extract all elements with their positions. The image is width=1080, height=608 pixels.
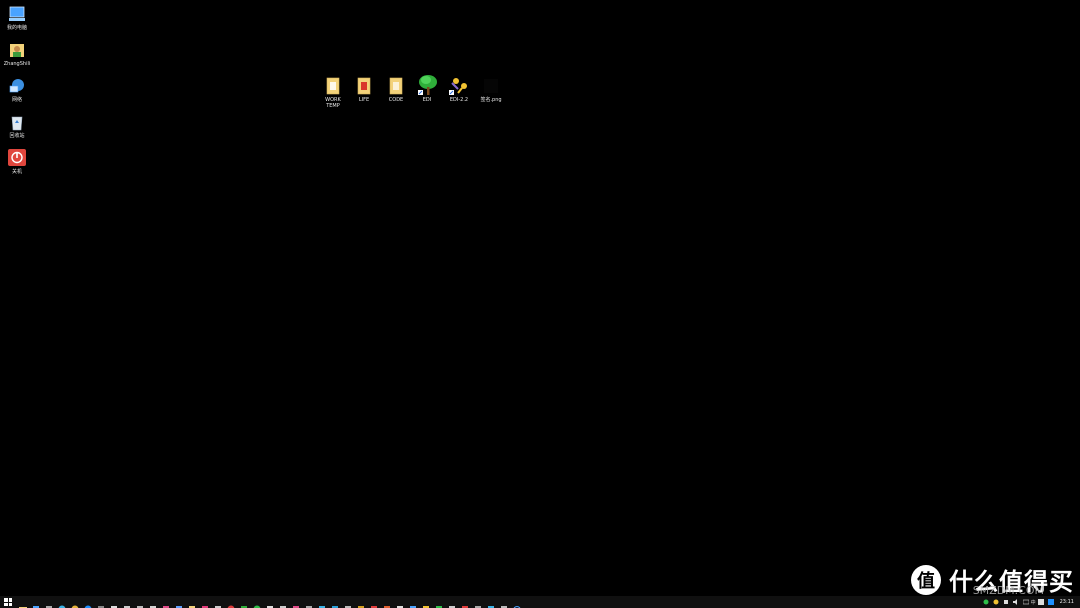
app-icon[interactable] xyxy=(214,598,222,608)
clock[interactable]: 23:11 xyxy=(1060,599,1074,605)
app-icon[interactable] xyxy=(227,598,235,608)
desktop-icon-recycle-bin[interactable]: 回收站 xyxy=(0,112,34,139)
desktop-icon-code[interactable]: CODE xyxy=(379,76,413,103)
app-icon[interactable] xyxy=(331,598,339,608)
app-icon[interactable] xyxy=(370,598,378,608)
desktop-icon-label: 我的电脑 xyxy=(6,25,27,31)
folder-icon xyxy=(324,76,342,96)
wifi-icon[interactable] xyxy=(513,598,521,608)
keys-icon xyxy=(448,76,470,96)
watermark: 值 什么值得买 SMZDM.COM xyxy=(911,562,1074,597)
app-icon[interactable] xyxy=(461,598,469,608)
desktop-icon-label: EDI xyxy=(422,97,432,103)
app-icon[interactable] xyxy=(266,598,274,608)
folder-icon xyxy=(387,76,405,96)
desktop-icon-worktemp[interactable]: WORK TEMP xyxy=(316,76,350,109)
desktop-icon-label: 网络 xyxy=(11,97,22,103)
app-icon[interactable] xyxy=(162,598,170,608)
desktop-icon-edi[interactable]: EDI xyxy=(410,74,444,103)
user-folder-icon xyxy=(8,40,26,60)
desktop-icon-signature-png[interactable]: 签名.png xyxy=(474,76,508,103)
watermark-logo: 值 xyxy=(911,564,941,595)
desktop-icon-label: CODE xyxy=(388,97,404,103)
app-icon[interactable] xyxy=(123,598,131,608)
edge-icon[interactable] xyxy=(58,598,66,608)
app-icon[interactable] xyxy=(279,598,287,608)
desktop-icon-label: EDI-2.2 xyxy=(449,97,469,103)
app-icon[interactable] xyxy=(383,598,391,608)
computer-icon xyxy=(8,4,26,24)
app-icon[interactable] xyxy=(448,598,456,608)
wechat-icon[interactable] xyxy=(253,598,261,608)
app-icon[interactable] xyxy=(344,598,352,608)
volume-icon[interactable] xyxy=(1012,599,1019,605)
start-button[interactable] xyxy=(4,598,12,606)
desktop: 我的电脑 ZhangShili 网络 回收站 关机 WORK TEMP LIFE… xyxy=(0,0,1080,608)
network-icon xyxy=(8,76,26,96)
shutdown-icon xyxy=(8,148,26,168)
system-tray: 中 23:11 xyxy=(981,596,1080,608)
desktop-icon-shutdown[interactable]: 关机 xyxy=(0,148,34,175)
ime-indicator[interactable]: 中 xyxy=(1031,599,1036,606)
keyboard-icon[interactable] xyxy=(1022,599,1029,605)
folder-icon xyxy=(355,76,373,96)
app-icon[interactable] xyxy=(318,598,326,608)
app-icon[interactable] xyxy=(32,598,40,608)
security-tray-icon[interactable] xyxy=(993,599,999,605)
file-explorer-icon[interactable] xyxy=(18,598,27,608)
image-icon xyxy=(482,76,500,96)
app-icon[interactable] xyxy=(201,598,209,608)
app-icon[interactable] xyxy=(188,598,196,608)
wechat-tray-icon[interactable] xyxy=(983,599,989,605)
app-icon[interactable] xyxy=(487,598,495,608)
edge-icon[interactable] xyxy=(84,598,92,608)
desktop-icon-life[interactable]: LIFE xyxy=(347,76,381,103)
app-icon[interactable] xyxy=(500,598,508,608)
desktop-icon-label: 关机 xyxy=(11,169,22,175)
app-tray-icon[interactable] xyxy=(1037,599,1044,605)
recycle-bin-icon xyxy=(8,112,26,132)
chrome-icon[interactable] xyxy=(71,598,79,608)
desktop-icon-edi-2-2[interactable]: EDI-2.2 xyxy=(442,76,476,103)
app-icon[interactable] xyxy=(292,598,300,608)
app-icon[interactable] xyxy=(149,598,157,608)
desktop-icon-network[interactable]: 网络 xyxy=(0,76,34,103)
desktop-icon-label: WORK TEMP xyxy=(325,97,341,109)
desktop-icon-label: ZhangShili xyxy=(3,61,31,67)
app-icon[interactable] xyxy=(97,598,105,608)
tree-icon xyxy=(416,74,438,96)
app-icon[interactable] xyxy=(357,598,365,608)
app-icon[interactable] xyxy=(110,598,118,608)
app-icon[interactable] xyxy=(240,598,248,608)
app-icon[interactable] xyxy=(45,598,53,608)
app-icon[interactable] xyxy=(136,598,144,608)
network-tray-icon[interactable] xyxy=(1003,599,1009,605)
app-icon[interactable] xyxy=(409,598,417,608)
desktop-icon-label: LIFE xyxy=(358,97,370,103)
desktop-icon-user-folder[interactable]: ZhangShili xyxy=(0,40,34,67)
app-icon[interactable] xyxy=(396,598,404,608)
desktop-icon-my-computer[interactable]: 我的电脑 xyxy=(0,4,34,31)
desktop-icon-label: 签名.png xyxy=(480,97,502,103)
app-icon[interactable] xyxy=(435,598,443,608)
app-icon[interactable] xyxy=(474,598,482,608)
taskbar: 中 23:11 xyxy=(0,596,1080,608)
app-icon[interactable] xyxy=(175,598,183,608)
desktop-icon-label: 回收站 xyxy=(9,133,25,139)
app-icon[interactable] xyxy=(305,598,313,608)
notification-icon[interactable] xyxy=(1047,599,1054,605)
app-icon[interactable] xyxy=(422,598,430,608)
